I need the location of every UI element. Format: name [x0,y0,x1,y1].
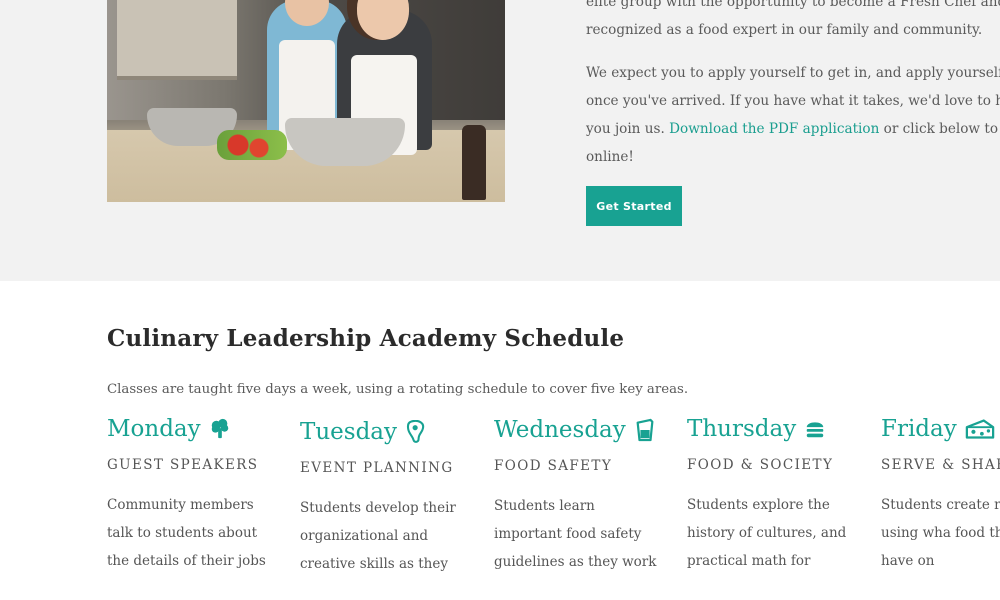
day-column-thursday: Thursday Food & Society Students explore… [687,416,867,575]
day-topic: Event Planning [300,460,454,476]
day-heading: Friday [881,416,1000,442]
day-name: Monday [107,416,201,442]
drink-icon [636,418,654,442]
schedule-title: Culinary Leadership Academy Schedule [107,325,625,352]
day-column-wednesday: Wednesday Food Safety Students learn imp… [494,417,674,576]
schedule-section: Culinary Leadership Academy Schedule Cla… [0,281,1000,600]
intro-line: elite group with the opportunity to beco… [586,0,1000,10]
intro-line: once you've arrived. If you have what it… [586,93,1000,109]
intro-paragraph-2: We expect you to apply yourself to get i… [586,59,1000,171]
day-heading: Thursday [687,416,867,442]
intro-line: or click below to a [879,121,1000,137]
day-column-friday: Friday Serve & Shar Students create reci… [881,416,1000,575]
day-topic: Food Safety [494,458,613,474]
day-heading: Wednesday [494,417,674,443]
day-description: Students learn important food safety gui… [494,498,657,570]
steak-icon [406,420,425,443]
day-description: Community members talk to students about… [107,497,266,569]
day-column-monday: Monday Guest Speakers Community members … [107,416,287,575]
schedule-subtitle: Classes are taught five days a week, usi… [107,382,689,397]
cheese-icon [965,419,994,439]
burger-icon [806,422,824,438]
download-pdf-link[interactable]: Download the PDF application [669,121,879,137]
intro-line: recognized as a food expert in our famil… [586,22,983,38]
day-topic: Guest Speakers [107,457,259,473]
day-heading: Monday [107,416,287,442]
day-name: Tuesday [300,419,397,445]
day-name: Wednesday [494,417,626,443]
day-topic: Serve & Shar [881,457,1000,473]
intro-section: elite group with the opportunity to beco… [0,0,1000,281]
day-description: Students develop their organizational an… [300,500,456,572]
intro-line: We expect you to apply yourself to get i… [586,65,1000,81]
day-description: Students create recipes using wha food t… [881,497,1000,569]
broccoli-icon [211,418,228,439]
day-name: Thursday [687,416,797,442]
intro-text: elite group with the opportunity to beco… [586,0,1000,186]
day-description: Students explore the history of cultures… [687,497,847,569]
get-started-button[interactable]: Get Started [586,186,682,226]
students-cooking-photo [107,0,505,202]
day-topic: Food & Society [687,457,834,473]
day-column-tuesday: Tuesday Event Planning Students develop … [300,419,480,578]
intro-line: online! [586,149,634,165]
day-name: Friday [881,416,957,442]
intro-paragraph-1: elite group with the opportunity to beco… [586,0,1000,44]
intro-line: you join us. [586,121,670,137]
day-heading: Tuesday [300,419,480,445]
